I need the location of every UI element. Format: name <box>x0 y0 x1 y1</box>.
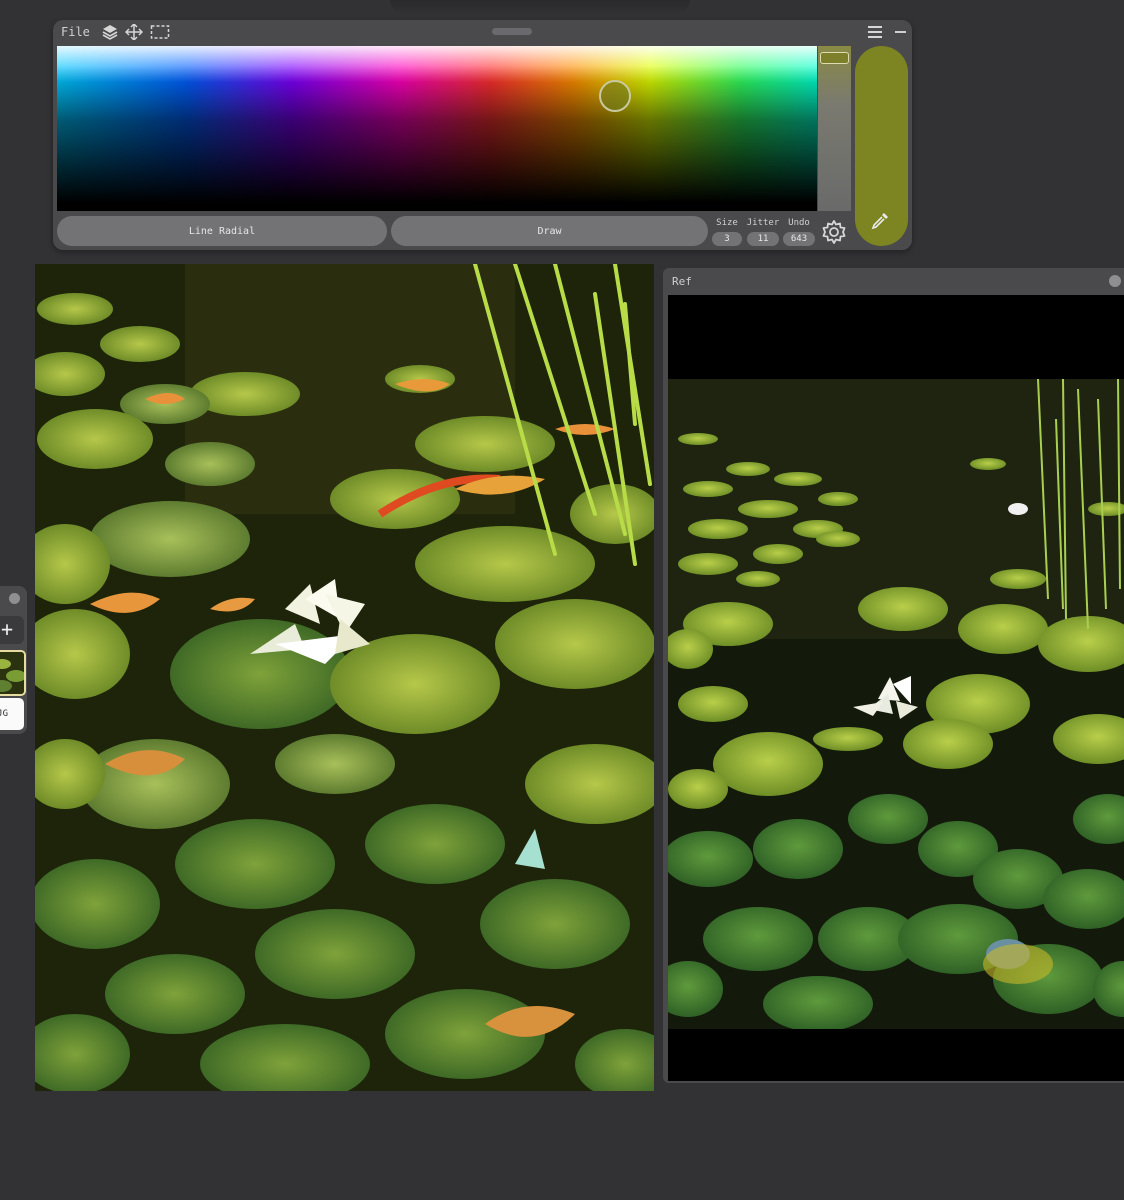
undo-label: Undo <box>788 218 810 228</box>
undo-value[interactable]: 643 <box>783 232 815 246</box>
reference-panel: Ref <box>663 268 1124 1083</box>
eyedropper-icon[interactable] <box>869 210 891 232</box>
brush-type-button[interactable]: Line Radial <box>57 216 387 246</box>
value-slider-thumb[interactable] <box>820 52 849 64</box>
draw-mode-button[interactable]: Draw <box>391 216 708 246</box>
reference-photo <box>668 379 1124 1029</box>
jitter-label: Jitter <box>746 218 780 228</box>
hue-saturation-field[interactable] <box>57 46 817 211</box>
layers-panel: + JG <box>0 586 27 734</box>
size-label: Size <box>716 218 738 228</box>
file-menu[interactable]: File <box>61 25 90 39</box>
window-top-edge <box>390 0 690 14</box>
layers-icon[interactable] <box>101 24 119 40</box>
value-slider[interactable] <box>818 46 851 211</box>
gear-icon[interactable] <box>821 219 847 245</box>
reference-view[interactable] <box>668 295 1124 1081</box>
reference-close-button[interactable] <box>1109 275 1121 287</box>
color-picker-handle[interactable] <box>599 80 631 112</box>
reference-title: Ref <box>672 275 692 288</box>
layer-tag[interactable]: JG <box>0 698 24 730</box>
panel-toolbar: File <box>53 20 912 44</box>
color-brush-panel: File Line Radial Draw Size 3 Jitter 11 U… <box>53 20 912 250</box>
add-layer-button[interactable]: + <box>0 616 24 644</box>
jitter-value[interactable]: 11 <box>747 232 779 246</box>
selection-icon[interactable] <box>150 24 170 40</box>
minimize-icon[interactable] <box>895 31 906 33</box>
panel-drag-handle[interactable] <box>492 28 532 35</box>
layer-thumbnail[interactable] <box>0 650 26 696</box>
size-value[interactable]: 3 <box>712 232 742 246</box>
hamburger-icon[interactable] <box>868 26 882 38</box>
painting-canvas[interactable] <box>35 264 654 1091</box>
lily-pad-painting <box>35 264 654 1091</box>
layers-panel-close[interactable] <box>9 593 20 604</box>
move-icon[interactable] <box>125 24 143 40</box>
